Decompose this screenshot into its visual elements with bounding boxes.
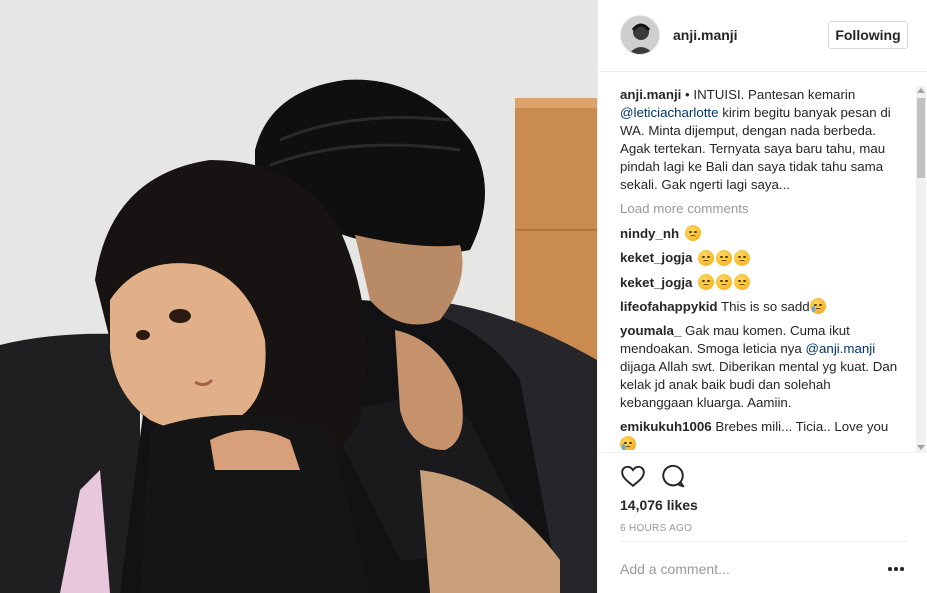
post-actions: 14,076 likes 6 HOURS AGO: [598, 452, 927, 593]
comment-username[interactable]: keket_jogja: [620, 250, 692, 265]
scroll-up-arrow-icon[interactable]: [917, 88, 925, 93]
add-comment-input[interactable]: [620, 558, 870, 580]
likes-count[interactable]: 14,076 likes: [620, 497, 698, 513]
comment-emoji: [698, 274, 752, 292]
comment-username[interactable]: lifeofahappykid: [620, 299, 718, 314]
disappointed-face-icon: [684, 225, 701, 242]
crying-face-icon: [620, 436, 636, 450]
comment-emoji: [684, 225, 703, 243]
comment-item: lifeofahappykid This is so sadd: [620, 298, 898, 316]
comment-username[interactable]: emikukuh1006: [620, 419, 712, 434]
comment-item: keket_jogja: [620, 274, 898, 292]
speech-bubble-icon[interactable]: [660, 463, 686, 489]
add-comment-section: [620, 541, 908, 593]
comment-text: Brebes mili... Ticia.. Love you: [715, 419, 889, 435]
comments-list: anji.manji • INTUISI. Pantesan kemarin @…: [620, 86, 898, 450]
post-caption: anji.manji • INTUISI. Pantesan kemarin @…: [620, 86, 898, 194]
disappointed-face-icon: [716, 274, 733, 291]
header-username[interactable]: anji.manji: [673, 27, 738, 43]
disappointed-face-icon: [698, 249, 715, 266]
comment-username[interactable]: keket_jogja: [620, 275, 692, 290]
avatar-image: [621, 16, 659, 54]
comment-item: nindy_nh: [620, 225, 898, 243]
load-more-comments-link[interactable]: Load more comments: [620, 200, 898, 218]
scroll-thumb[interactable]: [917, 98, 925, 178]
comment-text: This is so sadd: [721, 299, 810, 315]
caption-text-before: • INTUISI. Pantesan kemarin: [681, 87, 856, 102]
crying-face-icon: [809, 298, 826, 315]
scroll-down-arrow-icon[interactable]: [917, 445, 925, 450]
post-header: anji.manji Following: [598, 0, 927, 72]
heart-icon[interactable]: [620, 463, 646, 489]
caption-username[interactable]: anji.manji: [620, 87, 681, 102]
post-photo-illustration: [0, 0, 597, 593]
comment-emoji: [698, 249, 752, 268]
disappointed-face-icon: [698, 274, 715, 291]
disappointed-face-icon: [734, 249, 751, 266]
avatar[interactable]: [620, 15, 660, 55]
disappointed-face-icon: [716, 249, 733, 266]
more-options-icon[interactable]: [888, 564, 904, 574]
comment-text-after: dijaga Allah swt. Diberikan mental yg ku…: [620, 359, 898, 411]
post-photo: [0, 0, 597, 593]
comment-mention[interactable]: @anji.manji: [806, 341, 876, 356]
comment-item: keket_jogja: [620, 249, 898, 267]
post-timestamp: 6 HOURS AGO: [620, 523, 693, 534]
comments-scrollbar[interactable]: [916, 86, 926, 452]
post-sidebar: anji.manji Following anji.manji • INTUIS…: [597, 0, 927, 593]
following-button[interactable]: Following: [828, 21, 908, 49]
comment-username[interactable]: nindy_nh: [620, 226, 679, 241]
disappointed-face-icon: [734, 274, 751, 291]
caption-mention[interactable]: @leticiacharlotte: [620, 105, 719, 120]
comment-item: emikukuh1006 Brebes mili... Ticia.. Love…: [620, 418, 898, 450]
comment-username[interactable]: youmala_: [620, 323, 681, 338]
comment-item: youmala_ Gak mau komen. Cuma ikut mendoa…: [620, 322, 898, 412]
